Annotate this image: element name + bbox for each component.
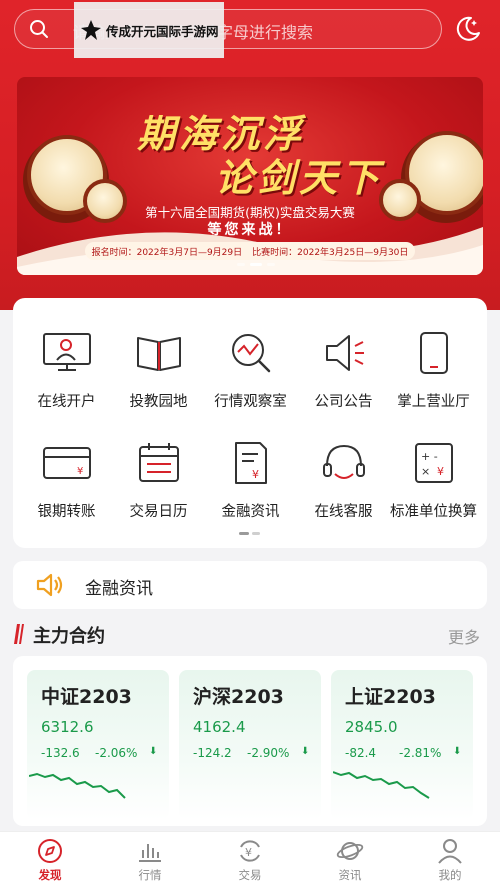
contract-percent: -2.90%	[247, 746, 290, 760]
yen-exchange-icon: ¥	[240, 840, 260, 862]
bottom-tab-bar: 发现 行情 ¥ 交易 资讯 我的	[0, 831, 500, 889]
calendar-icon	[138, 443, 179, 482]
menu-label: 在线开户	[37, 394, 96, 410]
headset-icon	[322, 444, 365, 479]
menu-pager	[239, 532, 260, 535]
pager-dot-active	[239, 532, 249, 535]
svg-text:×: ×	[421, 465, 430, 478]
watermark-text: 传成开元国际手游网	[106, 23, 219, 39]
contract-card[interactable]: 中证2203 6312.6 -132.6 -2.06% ⬇	[27, 670, 169, 820]
promo-banner[interactable]: 期海沉浮 论剑天下 第十六届全国期货(期权)实盘交易大赛 等您来战！ 报名时间：…	[17, 77, 483, 275]
svg-text:¥: ¥	[77, 466, 83, 477]
magnifier-chart-icon	[231, 334, 270, 373]
banner-call-to-action: 等您来战！	[207, 222, 293, 238]
pager-dot-active	[250, 263, 262, 266]
pager-dot	[237, 263, 245, 266]
discover-icon	[38, 839, 62, 863]
menu-item-open-account[interactable]: 在线开户	[19, 330, 114, 411]
pager-dot	[252, 532, 260, 535]
contract-change: -124.2	[193, 746, 232, 760]
user-icon	[438, 839, 462, 864]
open-book-icon	[136, 337, 181, 371]
contract-change: -82.4	[345, 746, 377, 760]
section-mark-icon	[14, 624, 24, 644]
sparkline	[29, 772, 126, 799]
news-label: 金融资讯	[85, 579, 153, 599]
svg-text:¥: ¥	[437, 465, 444, 478]
menu-item-customer-service[interactable]: 在线客服	[296, 440, 391, 521]
menu-item-unit-conversion[interactable]: + - × ¥ 标准单位换算	[386, 440, 481, 521]
tab-discover[interactable]: 发现	[15, 838, 85, 883]
chart-bars-icon	[139, 844, 161, 862]
section-title: 主力合约	[33, 626, 105, 647]
banner-contest-date: 比赛时间：2022年3月25日—9月30日	[252, 247, 409, 258]
contract-price: 4162.4	[193, 718, 246, 736]
megaphone-icon	[325, 335, 364, 371]
watermark-logo-icon	[81, 20, 101, 40]
watermark-overlay: 传成开元国际手游网	[74, 2, 224, 58]
svg-text:+ -: + -	[421, 450, 438, 463]
menu-label: 银期转账	[37, 504, 96, 520]
menu-item-market-observation[interactable]: 行情观察室	[203, 330, 298, 411]
banner-title-line2: 论剑天下	[215, 155, 384, 200]
contract-name: 上证2203	[345, 686, 436, 708]
tab-market[interactable]: 行情	[115, 838, 185, 883]
planet-icon	[336, 842, 364, 860]
news-ticker[interactable]: 金融资讯	[13, 561, 487, 609]
more-link[interactable]: 更多	[448, 624, 480, 648]
svg-text:¥: ¥	[245, 846, 252, 859]
contract-change: -132.6	[41, 746, 80, 760]
tab-label: 行情	[138, 868, 162, 882]
night-mode-moon-icon[interactable]	[452, 14, 482, 44]
menu-label: 金融资讯	[221, 504, 280, 520]
svg-text:¥: ¥	[252, 468, 259, 481]
pager-dot	[267, 263, 275, 266]
phone-icon	[419, 332, 448, 374]
tab-trade[interactable]: ¥ 交易	[215, 838, 285, 883]
contract-percent: -2.81%	[399, 746, 442, 760]
menu-item-announcements[interactable]: 公司公告	[296, 330, 391, 411]
menu-label: 标准单位换算	[390, 504, 477, 520]
menu-label: 投教园地	[129, 394, 188, 410]
tab-label: 资讯	[338, 868, 362, 882]
monitor-user-icon	[42, 333, 91, 371]
banner-signup-date: 报名时间：2022年3月7日—9月29日	[91, 247, 243, 258]
contract-card[interactable]: 上证2203 2845.0 -82.4 -2.81% ⬇	[331, 670, 473, 820]
document-yen-icon: ¥	[234, 442, 267, 484]
menu-item-financial-news[interactable]: ¥ 金融资讯	[203, 440, 298, 521]
tab-label: 交易	[238, 868, 262, 882]
menu-item-bank-transfer[interactable]: ¥ 银期转账	[19, 440, 114, 521]
contract-name: 沪深2203	[193, 686, 284, 708]
contract-price: 2845.0	[345, 718, 398, 736]
main-contracts-list: 中证2203 6312.6 -132.6 -2.06% ⬇ 沪深2203 416…	[13, 656, 487, 826]
service-menu-card: 在线开户 投教园地 行情观察室 公司公告 掌上营业厅 ¥ 银期转账 交易日历 ¥…	[13, 298, 487, 548]
tab-news[interactable]: 资讯	[315, 838, 385, 883]
contract-name: 中证2203	[41, 686, 132, 708]
sparkline	[333, 771, 430, 799]
menu-label: 交易日历	[129, 504, 188, 520]
contract-percent: -2.06%	[95, 746, 138, 760]
bank-card-icon: ¥	[42, 447, 91, 479]
menu-label: 掌上营业厅	[397, 394, 470, 410]
down-arrow-icon: ⬇	[149, 746, 158, 757]
menu-label: 在线客服	[314, 504, 373, 520]
menu-item-mobile-hall[interactable]: 掌上营业厅	[386, 330, 481, 411]
search-icon	[30, 20, 48, 38]
tab-label: 发现	[38, 868, 62, 882]
speaker-icon	[36, 573, 63, 597]
tab-profile[interactable]: 我的	[415, 838, 485, 883]
menu-label: 行情观察室	[214, 394, 287, 410]
menu-item-education[interactable]: 投教园地	[111, 330, 206, 411]
calculator-icon: + - × ¥	[414, 443, 453, 483]
contract-card[interactable]: 沪深2203 4162.4 -124.2 -2.90% ⬇	[179, 670, 321, 820]
tab-label: 我的	[438, 868, 462, 882]
menu-item-trading-calendar[interactable]: 交易日历	[111, 440, 206, 521]
down-arrow-icon: ⬇	[453, 746, 462, 757]
banner-dates: 报名时间：2022年3月7日—9月29日 比赛时间：2022年3月25日—9月3…	[85, 242, 415, 260]
menu-label: 公司公告	[314, 394, 373, 410]
down-arrow-icon: ⬇	[301, 746, 310, 757]
banner-pager	[237, 263, 275, 266]
contract-price: 6312.6	[41, 718, 94, 736]
